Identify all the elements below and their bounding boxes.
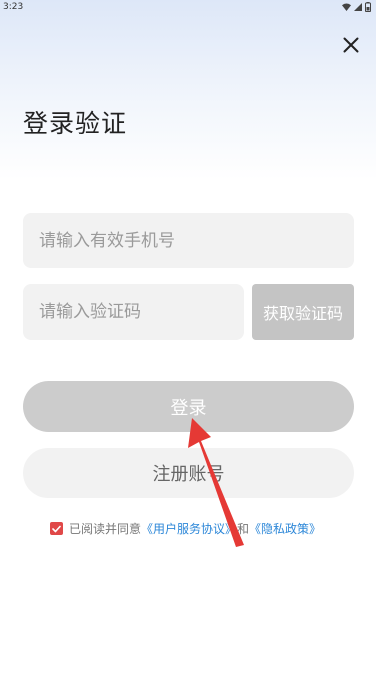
status-time: 3:23 <box>3 2 24 12</box>
privacy-policy-link[interactable]: 《隐私政策》 <box>249 520 321 537</box>
login-button[interactable]: 登录 <box>23 381 354 432</box>
header-background <box>0 0 376 180</box>
close-button[interactable] <box>339 35 363 59</box>
status-bar: 3:23 <box>0 0 376 14</box>
agreement-row: 已阅读并同意 《用户服务协议》 和 《隐私政策》 <box>50 520 321 537</box>
agreement-conjunction: 和 <box>237 522 250 536</box>
verification-code-input[interactable] <box>23 284 244 340</box>
get-code-button[interactable]: 获取验证码 <box>252 284 354 340</box>
wifi-icon <box>342 3 351 11</box>
signal-icon <box>354 3 362 11</box>
close-icon <box>343 37 359 57</box>
agreement-prefix: 已阅读并同意 <box>69 522 142 536</box>
agreement-checkbox[interactable] <box>50 522 63 535</box>
user-agreement-link[interactable]: 《用户服务协议》 <box>141 520 237 537</box>
check-icon <box>52 522 61 536</box>
status-icons <box>342 2 371 12</box>
register-button[interactable]: 注册账号 <box>23 448 354 498</box>
phone-input[interactable] <box>23 213 354 268</box>
page-title: 登录验证 <box>23 109 128 138</box>
battery-icon <box>365 2 371 12</box>
